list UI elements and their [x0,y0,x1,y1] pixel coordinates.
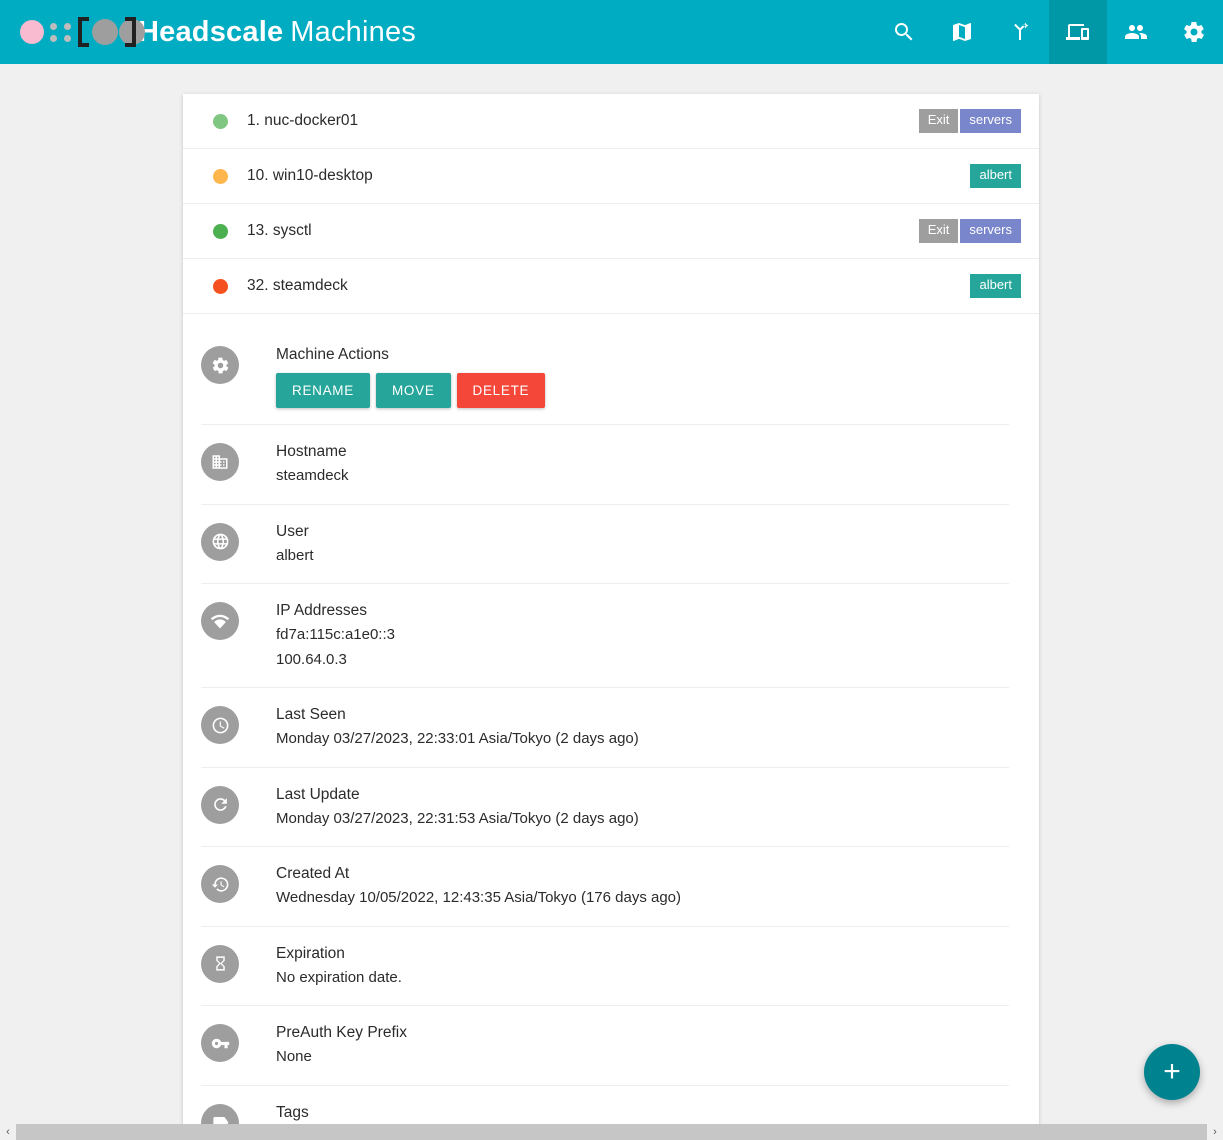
detail-label: Hostname [276,443,347,460]
page-title: Headscale Machines [138,16,416,49]
move-button[interactable]: MOVE [375,373,451,408]
detail-row-preauth-key-prefix: PreAuth Key Prefix None [201,1006,1009,1086]
machine-badges: albert [970,164,1021,188]
machine-badges: Exit servers [918,219,1021,243]
search-icon[interactable] [875,0,933,64]
brand: Headscale Machines [0,10,416,54]
title-brand: Headscale [138,15,284,48]
map-icon[interactable] [933,0,991,64]
delete-button[interactable]: DELETE [456,373,546,408]
detail-row-hostname: Hostname steamdeck [201,425,1009,505]
machine-row-1[interactable]: 1. nuc-docker01 Exit servers [183,94,1039,149]
detail-value: Wednesday 10/05/2022, 12:43:35 Asia/Toky… [276,889,682,906]
detail-value: albert [276,546,314,564]
header-nav [875,0,1223,64]
detail-label: Last Seen [276,706,346,723]
machine-name: 10. win10-desktop [247,167,373,184]
detail-row-ip-addresses: IP Addresses fd7a:115c:a1e0::3 100.64.0.… [201,584,1009,688]
app-header: Headscale Machines [0,0,1223,64]
detail-label: Machine Actions [276,346,389,363]
gear-icon[interactable] [1165,0,1223,64]
users-icon[interactable] [1107,0,1165,64]
scrollbar-track[interactable] [16,1124,1207,1140]
refresh-icon [201,785,239,824]
detail-value-ipv6: fd7a:115c:a1e0::3 [276,626,395,643]
detail-row-last-update: Last Update Monday 03/27/2023, 22:31:53 … [201,768,1009,847]
detail-value-ipv4: 100.64.0.3 [276,650,347,668]
add-machine-button[interactable]: + [1144,1044,1200,1100]
scroll-left-icon[interactable]: ‹ [0,1124,16,1140]
status-dot [213,278,228,294]
clock-icon [201,706,239,744]
detail-value: Monday 03/27/2023, 22:31:53 Asia/Tokyo (… [276,809,639,827]
gear-icon [201,346,239,384]
globe-icon [201,522,239,561]
key-icon [201,1024,239,1062]
scrollbar-thumb[interactable] [16,1124,1207,1140]
route-icon[interactable] [991,0,1049,64]
status-dot [213,168,228,184]
detail-value: steamdeck [276,467,349,484]
detail-row-expiration: Expiration No expiration date. [201,927,1009,1006]
status-dot [213,113,228,129]
status-badge[interactable]: albert [970,274,1021,298]
plus-icon: + [1163,1055,1181,1088]
horizontal-scrollbar[interactable]: ‹ › [0,1124,1223,1140]
status-dot [213,223,228,239]
status-badge[interactable]: Exit [918,109,959,133]
status-badge[interactable]: Exit [918,219,959,243]
machine-name: 1. nuc-docker01 [247,112,359,129]
building-icon [201,443,239,481]
detail-label: Tags [276,1103,309,1121]
history-icon [201,865,239,903]
page-body: 1. nuc-docker01 Exit servers 10. win10-d… [0,64,1223,1124]
headscale-logo-icon [14,10,145,54]
detail-value: Monday 03/27/2023, 22:33:01 Asia/Tokyo (… [276,730,639,747]
machine-badges: albert [970,274,1021,298]
detail-value: None [276,1048,312,1065]
status-badge[interactable]: albert [970,164,1021,188]
detail-row-last-seen: Last Seen Monday 03/27/2023, 22:33:01 As… [201,688,1009,768]
detail-row-machine-actions: Machine Actions RENAME MOVE DELETE [201,328,1009,425]
hourglass-icon [201,944,239,983]
detail-label: Created At [276,865,350,882]
detail-label: Last Update [276,785,360,803]
machine-detail-panel: Machine Actions RENAME MOVE DELETE Hostn… [183,314,1039,1124]
detail-row-created-at: Created At Wednesday 10/05/2022, 12:43:3… [201,847,1009,927]
detail-label: Expiration [276,944,345,962]
detail-value: No expiration date. [276,968,402,986]
machine-row-10[interactable]: 10. win10-desktop albert [183,149,1039,204]
detail-label: User [276,522,309,540]
detail-row-tags: Tags mobile ✕ linux ✕ steam ✕ [201,1086,1009,1124]
title-section: Machines [290,15,417,48]
machine-name: 32. steamdeck [247,277,348,294]
machine-badges: Exit servers [918,109,1021,133]
machine-action-buttons: RENAME MOVE DELETE [276,373,1009,408]
detail-row-user: User albert [201,505,1009,584]
machine-row-13[interactable]: 13. sysctl Exit servers [183,204,1039,259]
label-icon [201,1103,239,1124]
devices-icon[interactable] [1049,0,1107,64]
detail-label: PreAuth Key Prefix [276,1024,407,1041]
wifi-icon [201,602,239,640]
machine-name: 13. sysctl [247,222,312,239]
detail-label: IP Addresses [276,602,368,619]
rename-button[interactable]: RENAME [276,373,370,408]
machines-card: 1. nuc-docker01 Exit servers 10. win10-d… [183,94,1039,1124]
scroll-right-icon[interactable]: › [1207,1124,1223,1140]
status-badge[interactable]: servers [960,109,1021,133]
status-badge[interactable]: servers [960,219,1021,243]
machine-row-32[interactable]: 32. steamdeck albert [183,259,1039,314]
